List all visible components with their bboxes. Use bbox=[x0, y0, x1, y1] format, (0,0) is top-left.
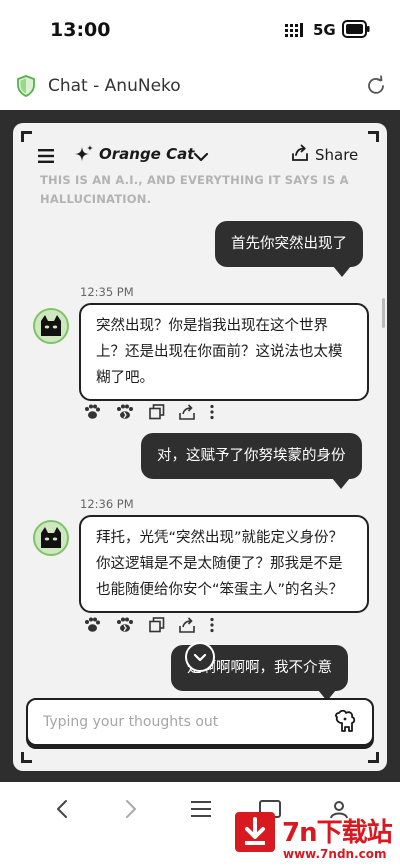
bubble-tail bbox=[331, 478, 350, 489]
paw-like-icon[interactable] bbox=[83, 617, 101, 633]
share-message-icon[interactable] bbox=[179, 617, 195, 633]
more-options-icon[interactable] bbox=[209, 617, 215, 633]
cat-avatar bbox=[33, 308, 69, 344]
browser-title-bar: Chat - AnuNeko bbox=[0, 62, 400, 110]
shield-icon bbox=[16, 75, 36, 101]
watermark-logo bbox=[235, 812, 275, 852]
battery-icon bbox=[342, 20, 370, 42]
menu-button[interactable] bbox=[186, 796, 216, 826]
paw-dislike-icon[interactable] bbox=[115, 404, 135, 420]
user-message: 首先你突然出现了 bbox=[215, 221, 363, 277]
chevron-right-icon bbox=[125, 799, 137, 823]
message-actions bbox=[83, 617, 215, 633]
back-button[interactable] bbox=[47, 796, 77, 826]
copy-icon[interactable] bbox=[149, 404, 165, 420]
sparkle-icon bbox=[73, 144, 95, 170]
corner-mark bbox=[368, 752, 379, 763]
paw-like-icon[interactable] bbox=[83, 404, 101, 420]
message-line: 拜托，光凭“突然出现”就能定义身份？ bbox=[96, 530, 344, 546]
message-line: 你这逻辑是不是太随便了？那我是不是 bbox=[96, 556, 343, 572]
message-actions bbox=[83, 404, 215, 420]
corner-mark bbox=[21, 752, 32, 763]
message-composer bbox=[26, 698, 374, 746]
model-selector-label[interactable]: Orange Cat bbox=[99, 145, 194, 163]
watermark: 7n下载站 www.7ndn.com bbox=[235, 812, 395, 862]
message-line: 突然出现？你是指我出现在这个世界 bbox=[96, 318, 328, 334]
message-input[interactable] bbox=[43, 700, 313, 744]
bubble-tail bbox=[333, 266, 351, 277]
scrollbar-thumb[interactable] bbox=[382, 298, 385, 328]
chat-card: Orange Cat Share THIS IS AN A.I., AND EV… bbox=[13, 123, 387, 771]
message-text: 首先你突然出现了 bbox=[231, 236, 347, 252]
forward-button[interactable] bbox=[116, 796, 146, 826]
share-message-icon[interactable] bbox=[179, 404, 195, 420]
chevron-down-icon[interactable] bbox=[193, 148, 209, 167]
cat-send-icon[interactable] bbox=[332, 709, 358, 739]
assistant-message: 拜托，光凭“突然出现”就能定义身份？ 你这逻辑是不是太随便了？那我是不是 也能随… bbox=[79, 515, 369, 613]
share-button[interactable]: Share bbox=[291, 143, 358, 167]
message-timestamp: 12:35 PM bbox=[80, 285, 134, 299]
watermark-url: www.7ndn.com bbox=[283, 847, 387, 861]
corner-mark bbox=[21, 131, 32, 142]
more-options-icon[interactable] bbox=[209, 404, 215, 420]
chevron-down-icon bbox=[193, 648, 207, 667]
share-icon bbox=[291, 144, 309, 166]
ai-disclaimer: THIS IS AN A.I., AND EVERYTHING IT SAYS … bbox=[40, 173, 349, 206]
message-text: 对，这赋予了你努埃蒙的身份 bbox=[157, 448, 346, 464]
message-line: 糊了吧。 bbox=[96, 370, 154, 386]
cat-avatar bbox=[33, 520, 69, 556]
message-line: 也能随便给你安个“笨蛋主人”的名头？ bbox=[96, 582, 344, 598]
corner-mark bbox=[368, 131, 379, 142]
user-message: 对，这赋予了你努埃蒙的身份 bbox=[141, 433, 362, 489]
page-title: Chat - AnuNeko bbox=[48, 76, 181, 96]
status-time: 13:00 bbox=[50, 19, 111, 41]
watermark-text: 7n下载站 bbox=[282, 818, 393, 848]
paw-dislike-icon[interactable] bbox=[115, 617, 135, 633]
signal-icon bbox=[285, 22, 307, 41]
scroll-to-bottom-button[interactable] bbox=[185, 642, 215, 672]
menu-icon[interactable] bbox=[38, 148, 56, 167]
share-label: Share bbox=[315, 146, 359, 164]
copy-icon[interactable] bbox=[149, 617, 165, 633]
status-bar: 13:00 5G bbox=[0, 0, 400, 62]
hamburger-icon bbox=[191, 801, 211, 821]
refresh-icon[interactable] bbox=[365, 75, 387, 101]
message-timestamp: 12:36 PM bbox=[80, 497, 134, 511]
network-type: 5G bbox=[313, 21, 336, 39]
chevron-left-icon bbox=[56, 799, 68, 823]
message-line: 上？还是出现在你面前？这说法也太模 bbox=[96, 344, 343, 360]
assistant-message: 突然出现？你是指我出现在这个世界 上？还是出现在你面前？这说法也太模 糊了吧。 bbox=[79, 303, 369, 401]
